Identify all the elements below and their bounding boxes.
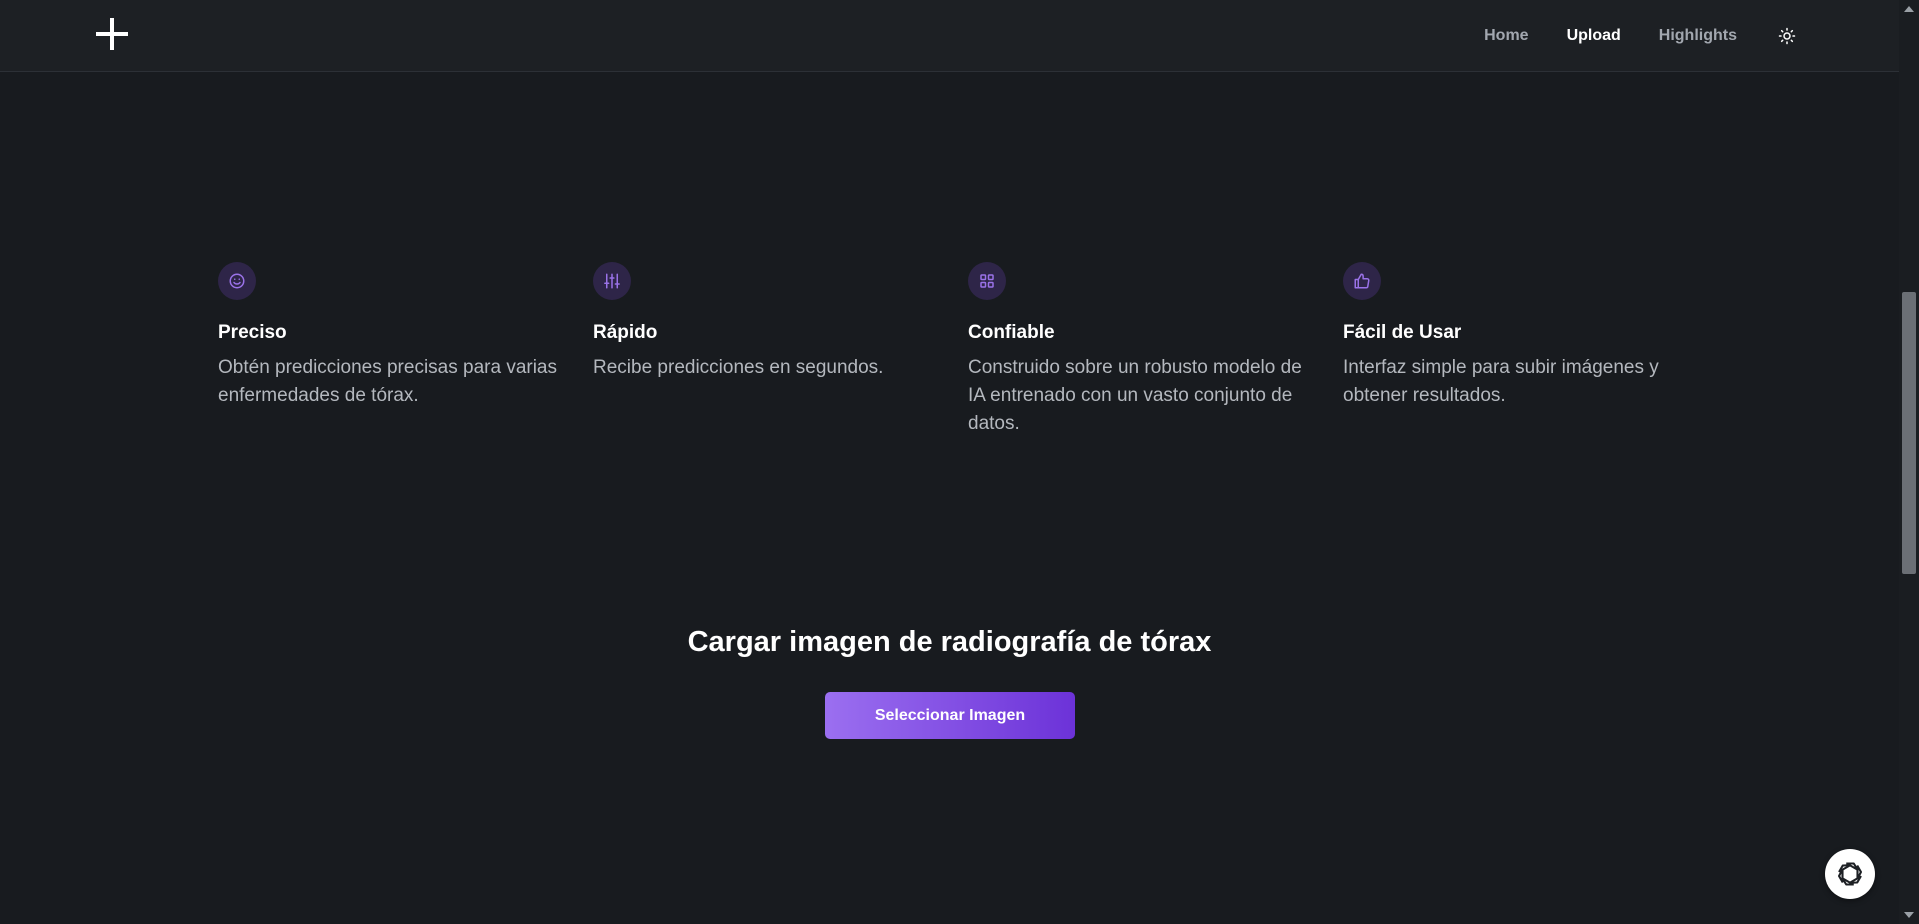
top-navbar: Home Upload Highlights [0,0,1899,72]
main-nav: Home Upload Highlights [1446,0,1799,72]
nav-home-link[interactable]: Home [1484,27,1528,45]
feature-description: Construido sobre un robusto modelo de IA… [968,357,1302,434]
select-image-button[interactable]: Seleccionar Imagen [825,692,1075,739]
feature-description: Obtén predicciones precisas para varias … [218,357,558,406]
scroll-down-arrow-icon[interactable] [1904,912,1914,918]
vertical-scrollbar[interactable] [1899,0,1919,924]
scroll-up-arrow-icon[interactable] [1904,6,1914,12]
nav-upload-link[interactable]: Upload [1567,27,1621,45]
sliders-icon [593,262,631,300]
scrollbar-thumb[interactable] [1902,292,1916,574]
feature-description: Recibe predicciones en segundos. [593,357,884,378]
feature-card: Rápido Recibe predicciones en segundos. [593,262,933,382]
feature-card: Fácil de Usar Interfaz simple para subir… [1343,262,1683,410]
feature-title: Fácil de Usar [1343,322,1462,343]
feature-title: Rápido [593,322,658,343]
smile-icon [218,262,256,300]
feature-title: Confiable [968,322,1055,343]
feature-description: Interfaz simple para subir imágenes y ob… [1343,357,1659,406]
page: Home Upload Highlights Preciso Obtén pre… [0,0,1919,924]
thumbs-up-icon [1343,262,1381,300]
chatgpt-icon[interactable] [1825,849,1875,899]
feature-card: Preciso Obtén predicciones precisas para… [218,262,558,410]
sun-icon[interactable] [1775,24,1799,48]
feature-title: Preciso [218,322,287,343]
feature-card: Confiable Construido sobre un robusto mo… [968,262,1308,438]
nav-highlights-link[interactable]: Highlights [1659,27,1737,45]
grid-icon [968,262,1006,300]
upload-section-title: Cargar imagen de radiografía de tórax [687,626,1212,658]
plus-logo-icon[interactable] [96,18,128,50]
